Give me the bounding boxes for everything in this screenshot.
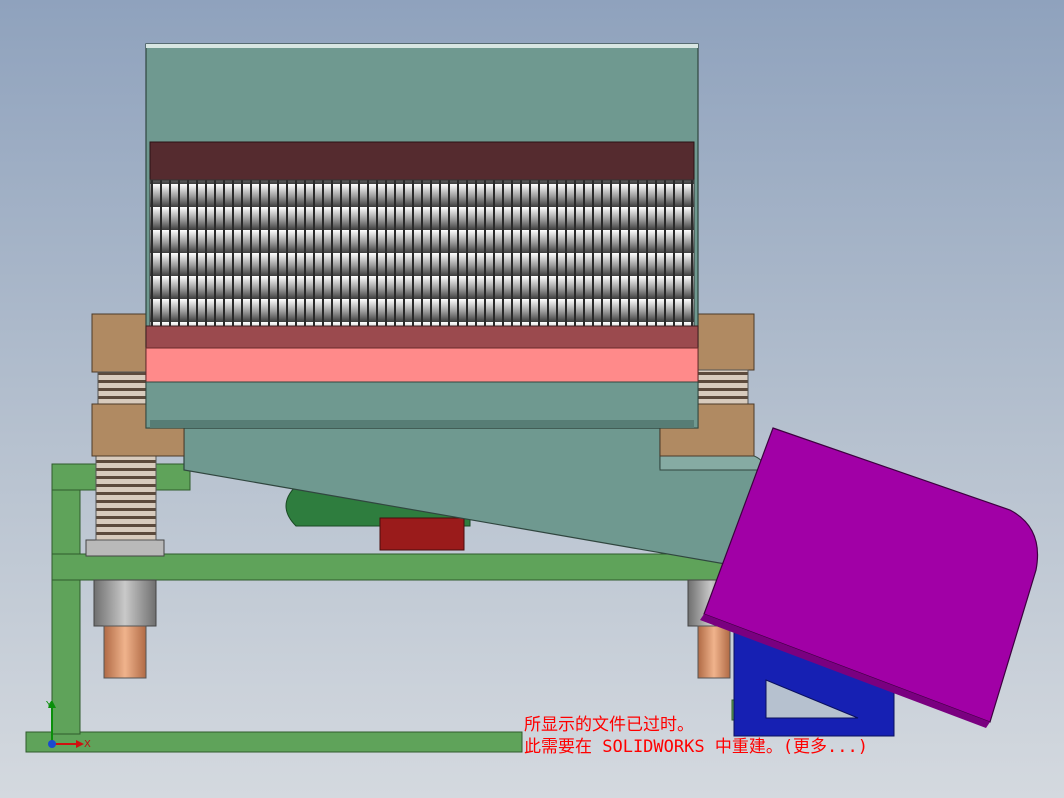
model-view[interactable] (0, 0, 1064, 798)
rebuild-notice[interactable]: 所显示的文件已过时。 此需要在 SOLIDWORKS 中重建。(更多...) (524, 714, 868, 758)
notice-line-2[interactable]: 此需要在 SOLIDWORKS 中重建。(更多...) (524, 736, 868, 758)
x-axis-label: X (84, 739, 91, 750)
coordinate-triad: X Y (40, 698, 100, 762)
hopper-box[interactable] (145, 43, 699, 429)
origin-dot (48, 740, 56, 748)
notice-line-1: 所显示的文件已过时。 (524, 715, 694, 735)
x-axis-arrow-icon (76, 740, 84, 748)
graphics-viewport[interactable]: X Y 所显示的文件已过时。 此需要在 SOLIDWORKS 中重建。(更多..… (0, 0, 1064, 798)
y-axis-label: Y (45, 700, 53, 711)
